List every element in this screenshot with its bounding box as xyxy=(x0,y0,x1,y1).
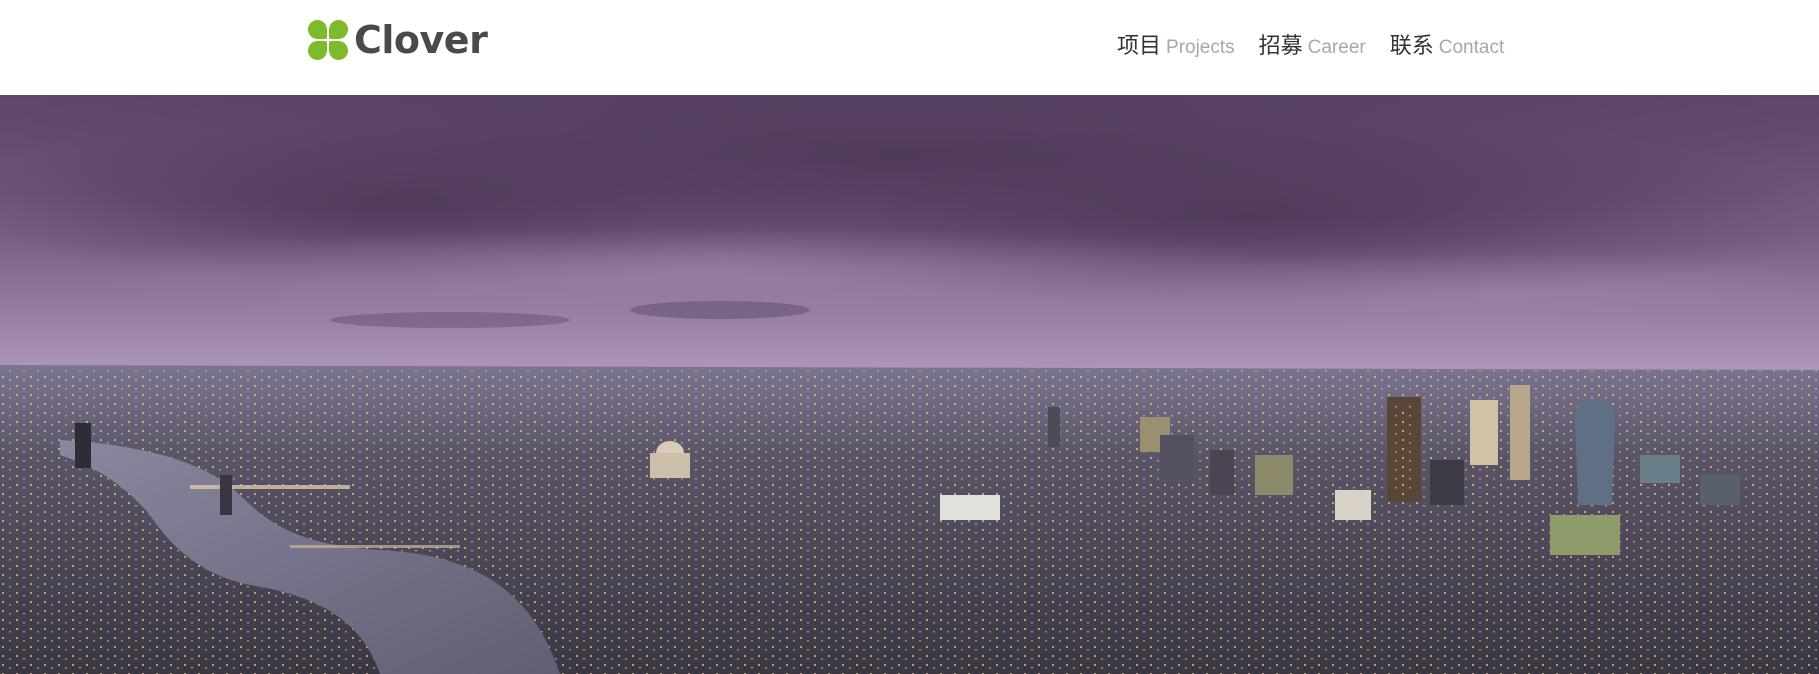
site-header: Clover 项目 Projects 招募 Career 联系 Contact xyxy=(0,0,1819,95)
nav-label-cn: 联系 xyxy=(1389,34,1434,59)
main-nav: 项目 Projects 招募 Career 联系 Contact xyxy=(1117,28,1504,60)
nav-label-en: Career xyxy=(1307,37,1366,58)
nav-item-contact[interactable]: 联系 Contact xyxy=(1390,28,1505,60)
logo-text: Clover xyxy=(354,18,488,62)
nav-item-projects[interactable]: 项目 Projects xyxy=(1117,28,1235,60)
hero-banner xyxy=(0,95,1819,674)
clover-logo[interactable]: Clover xyxy=(308,18,488,62)
nav-label-cn: 项目 xyxy=(1117,34,1162,59)
nav-label-en: Contact xyxy=(1438,37,1505,58)
nav-label-en: Projects xyxy=(1166,37,1235,58)
nav-label-cn: 招募 xyxy=(1258,34,1303,59)
clover-logo-icon xyxy=(308,20,348,60)
nav-item-career[interactable]: 招募 Career xyxy=(1259,28,1366,60)
hero-city-image xyxy=(0,95,1819,674)
